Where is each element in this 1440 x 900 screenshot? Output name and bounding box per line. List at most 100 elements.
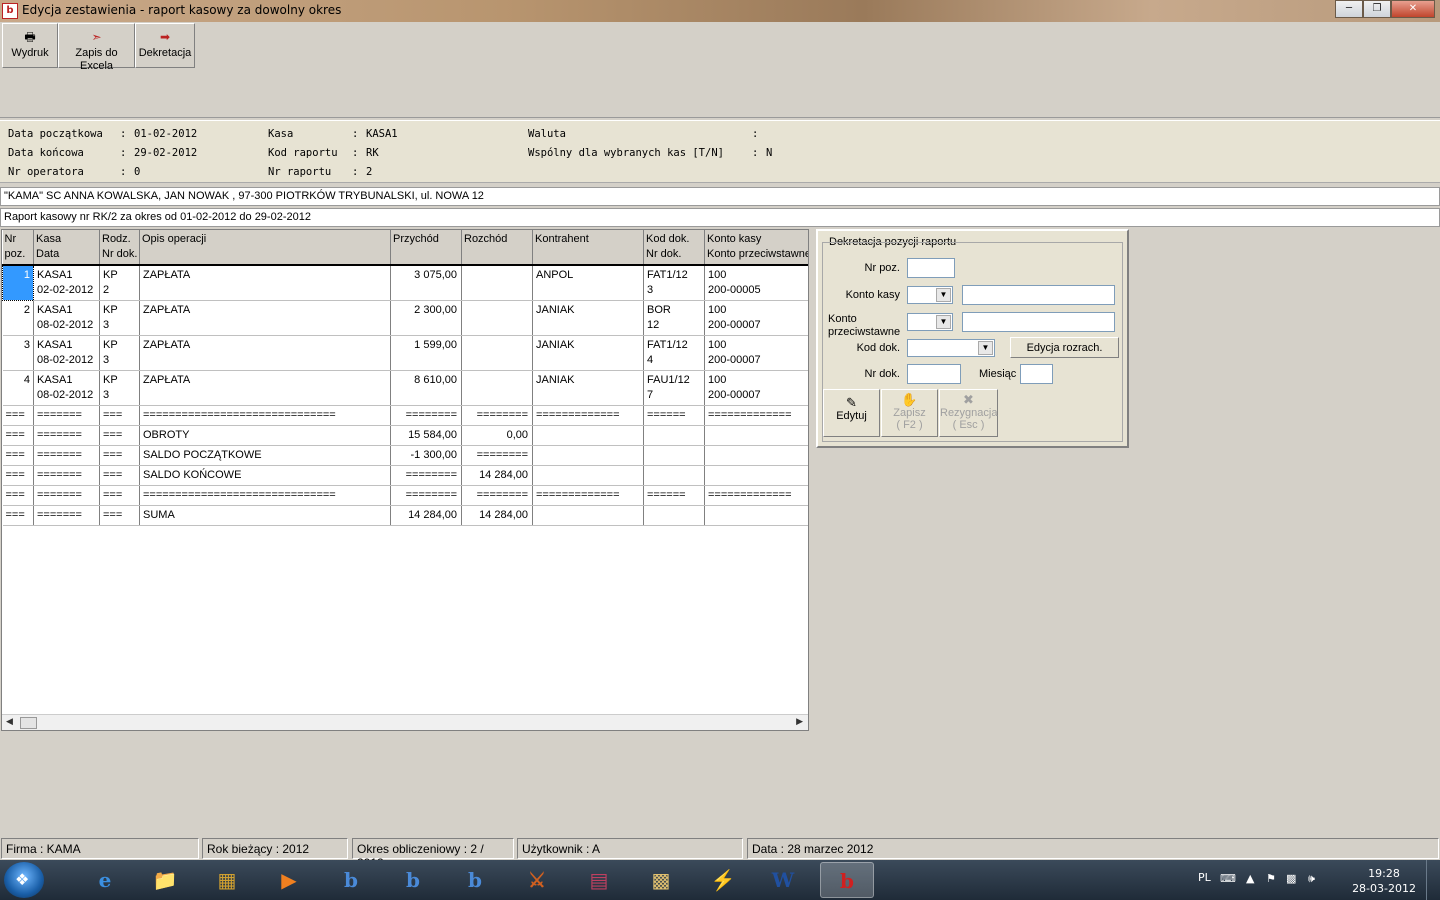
start-button[interactable]: ❖ <box>4 862 44 898</box>
column-header[interactable]: Rozchód <box>461 230 533 266</box>
table-cell[interactable]: 3 <box>2 335 34 371</box>
kod-dok-combo[interactable]: ▼ <box>907 339 995 357</box>
excel-export-button[interactable]: ➣ Zapis do Excela <box>58 23 135 72</box>
table-cell[interactable]: === <box>2 445 34 466</box>
table-cell[interactable]: === <box>2 405 34 426</box>
show-hidden-icons-icon[interactable]: ▲ <box>1246 872 1254 885</box>
archive-icon[interactable]: ▤ <box>572 862 626 898</box>
language-indicator[interactable]: PL <box>1198 871 1211 884</box>
konto-przeciw-name-input[interactable] <box>962 312 1115 332</box>
table-cell[interactable]: 14 284,00 <box>461 465 533 486</box>
show-desktop-button[interactable] <box>1426 860 1440 900</box>
lightning-icon[interactable]: ⚡ <box>696 862 750 898</box>
table-cell[interactable]: KASA1 08-02-2012 <box>33 300 100 336</box>
table-row[interactable]: 3 KASA1 08-02-2012 KP 3 ZAPŁATA 1 599,00 JANIAK… <box>2 335 808 371</box>
media-player-icon[interactable]: ▶ <box>262 862 316 898</box>
table-cell[interactable] <box>704 425 808 446</box>
table-cell[interactable]: === <box>99 485 140 506</box>
table-cell[interactable]: ======== <box>390 485 462 506</box>
table-cell[interactable]: JANIAK <box>532 335 644 371</box>
chevron-down-icon[interactable]: ▼ <box>936 315 951 329</box>
table-cell[interactable]: 100 200-00007 <box>704 370 808 406</box>
table-cell[interactable]: KP 3 <box>99 300 140 336</box>
table-cell[interactable]: ======== <box>461 405 533 426</box>
table-cell[interactable] <box>461 300 533 336</box>
table-cell[interactable]: 0,00 <box>461 425 533 446</box>
table-cell[interactable]: FAU1/12 7 <box>643 370 705 406</box>
table-cell[interactable]: KASA1 02-02-2012 <box>33 265 100 301</box>
table-cell[interactable] <box>532 425 644 446</box>
table-cell[interactable] <box>532 505 644 526</box>
table-cell[interactable]: JANIAK <box>532 370 644 406</box>
table-cell[interactable] <box>643 445 705 466</box>
internet-explorer-icon[interactable]: e <box>78 862 132 898</box>
summary-row[interactable]: === ======= === SUMA 14 284,00 14 284,00 <box>2 505 808 526</box>
keyboard-icon[interactable]: ⌨ <box>1220 872 1236 885</box>
table-cell[interactable]: KASA1 08-02-2012 <box>33 370 100 406</box>
chevron-down-icon[interactable]: ▼ <box>936 288 951 302</box>
table-cell[interactable]: KP 2 <box>99 265 140 301</box>
konto-kasy-name-input[interactable] <box>962 285 1115 305</box>
table-cell[interactable] <box>643 465 705 486</box>
table-cell[interactable]: 15 584,00 <box>390 425 462 446</box>
column-header[interactable]: Kasa Data <box>33 230 100 266</box>
table-cell[interactable]: ======= <box>33 485 100 506</box>
table-cell[interactable]: === <box>2 505 34 526</box>
nr-poz-input[interactable] <box>907 258 955 278</box>
table-row[interactable]: 2 KASA1 08-02-2012 KP 3 ZAPŁATA 2 300,00 JANIAK… <box>2 300 808 336</box>
summary-row[interactable]: === ======= === OBROTY 15 584,00 0,00 <box>2 425 808 446</box>
app-b-icon[interactable]: b <box>448 862 502 898</box>
table-cell[interactable] <box>461 335 533 371</box>
table-cell[interactable]: 4 <box>2 370 34 406</box>
scroll-right-icon[interactable]: ▶ <box>796 716 803 727</box>
table-cell[interactable]: -1 300,00 <box>390 445 462 466</box>
table-row[interactable]: 1 KASA1 02-02-2012 KP 2 ZAPŁATA 3 075,00 ANPOL F… <box>2 264 808 301</box>
table-cell[interactable]: ======== <box>461 445 533 466</box>
column-header[interactable]: Kontrahent <box>532 230 644 266</box>
table-cell[interactable]: ====== <box>643 485 705 506</box>
table-cell[interactable]: === <box>2 425 34 446</box>
spartan-helmet-icon[interactable]: ⚔ <box>510 862 564 898</box>
column-header[interactable]: Przychód <box>390 230 462 266</box>
table-cell[interactable]: ======== <box>390 405 462 426</box>
table-cell[interactable] <box>532 465 644 486</box>
table-cell[interactable] <box>643 425 705 446</box>
miesiac-input[interactable] <box>1020 364 1053 384</box>
file-explorer-icon[interactable]: 📁 <box>138 862 192 898</box>
table-cell[interactable]: ====== <box>643 405 705 426</box>
nr-dok-input[interactable] <box>907 364 961 384</box>
table-cell[interactable]: 100 200-00007 <box>704 300 808 336</box>
table-cell[interactable]: FAT1/12 4 <box>643 335 705 371</box>
print-button[interactable]: 🖶 Wydruk <box>2 23 58 68</box>
table-cell[interactable]: KASA1 08-02-2012 <box>33 335 100 371</box>
zapisz-button[interactable]: ✋ Zapisz ( F2 ) <box>881 389 938 437</box>
table-cell[interactable]: FAT1/12 3 <box>643 265 705 301</box>
close-button[interactable]: ✕ <box>1391 0 1435 18</box>
table-cell[interactable]: ======= <box>33 505 100 526</box>
minimize-button[interactable]: ─ <box>1335 0 1363 18</box>
table-cell[interactable]: ============= <box>704 405 808 426</box>
table-cell[interactable]: ANPOL <box>532 265 644 301</box>
table-cell[interactable]: ============================== <box>139 485 391 506</box>
table-cell[interactable]: === <box>2 485 34 506</box>
konto-przeciw-combo[interactable]: ▼ <box>907 313 953 331</box>
action-center-flag-icon[interactable]: ⚑ <box>1266 872 1276 885</box>
table-cell[interactable]: 100 200-00005 <box>704 265 808 301</box>
folder-window-icon[interactable]: ▩ <box>634 862 688 898</box>
table-cell[interactable]: ZAPŁATA <box>139 300 391 336</box>
table-cell[interactable] <box>461 370 533 406</box>
rezygnacja-button[interactable]: ✖ Rezygnacja ( Esc ) <box>939 389 998 437</box>
table-cell[interactable]: OBROTY <box>139 425 391 446</box>
table-cell[interactable]: 100 200-00007 <box>704 335 808 371</box>
table-cell[interactable]: 14 284,00 <box>390 505 462 526</box>
table-cell[interactable]: SUMA <box>139 505 391 526</box>
table-cell[interactable]: BOR 12 <box>643 300 705 336</box>
table-cell[interactable]: 2 300,00 <box>390 300 462 336</box>
table-cell[interactable]: === <box>99 425 140 446</box>
table-cell[interactable] <box>532 445 644 466</box>
summary-row[interactable]: === ======= === SALDO KOŃCOWE ======== 14 284… <box>2 465 808 486</box>
horizontal-scrollbar[interactable]: ◀ ▶ <box>2 714 808 730</box>
table-cell[interactable] <box>704 445 808 466</box>
volume-icon[interactable]: 🕪 <box>1308 872 1315 886</box>
table-cell[interactable] <box>704 465 808 486</box>
